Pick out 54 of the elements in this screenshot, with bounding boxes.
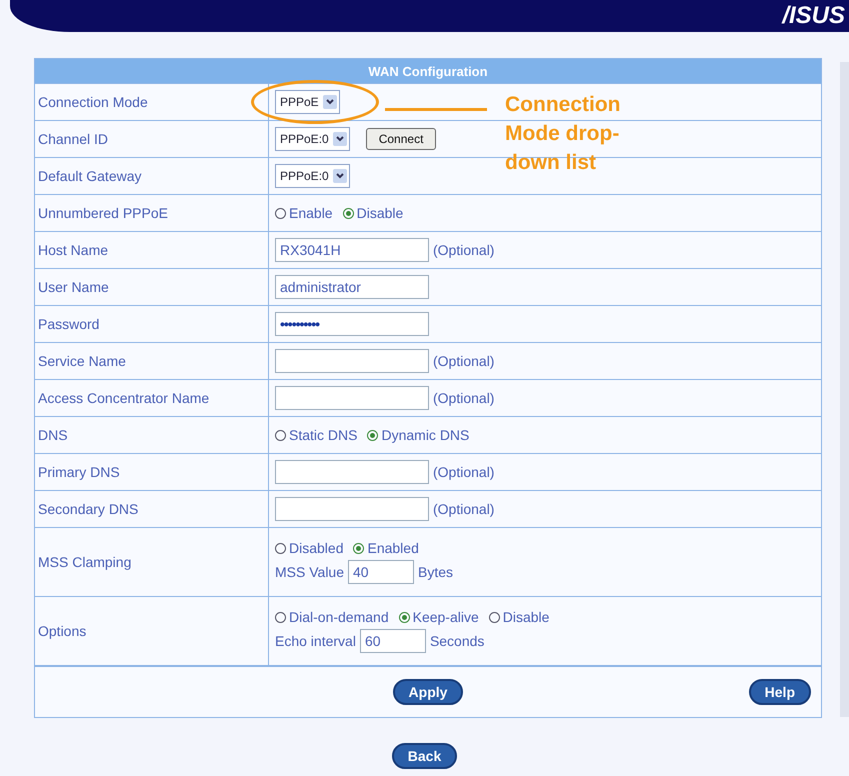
callout-text: Connection Mode drop-down list (505, 92, 622, 176)
input-field[interactable] (275, 460, 429, 484)
field-label: Secondary DNS (35, 491, 269, 527)
optional-note: (Optional) (433, 464, 494, 480)
field-label: Service Name (35, 343, 269, 379)
help-button[interactable]: Help (748, 679, 811, 705)
brand-logo: /ISUS (782, 2, 845, 30)
chevron-down-icon (322, 95, 337, 109)
field-unit-label: Seconds (430, 633, 484, 649)
radio-option[interactable]: Keep-alive (398, 609, 479, 625)
radio-option[interactable]: Disable (342, 205, 404, 221)
optional-note: (Optional) (433, 242, 494, 258)
field-unit-label: Echo interval (275, 633, 356, 649)
input-field[interactable]: administrator (275, 275, 429, 299)
dropdown[interactable]: PPPoE:0 (275, 164, 350, 188)
input-field[interactable] (275, 497, 429, 521)
field-label: MSS Clamping (35, 528, 269, 596)
field-label: Channel ID (35, 121, 269, 157)
apply-button[interactable]: Apply (392, 679, 464, 705)
field-label: Connection Mode (35, 84, 269, 120)
password-field[interactable]: •••••••••• (275, 312, 429, 336)
dropdown[interactable]: PPPoE:0 (275, 127, 350, 151)
back-button[interactable]: Back (392, 743, 458, 769)
field-label: User Name (35, 269, 269, 305)
field-label: Host Name (35, 232, 269, 268)
optional-note: (Optional) (433, 390, 494, 406)
dropdown[interactable]: PPPoE (275, 90, 340, 114)
radio-option[interactable]: Enable (275, 205, 333, 221)
field-label: DNS (35, 417, 269, 453)
field-label: Options (35, 597, 269, 665)
field-unit-label: MSS Value (275, 564, 344, 580)
radio-option[interactable]: Enabled (353, 540, 419, 556)
field-label: Primary DNS (35, 454, 269, 490)
field-label: Unnumbered PPPoE (35, 195, 269, 231)
input-field[interactable]: 40 (348, 560, 414, 584)
field-label: Password (35, 306, 269, 342)
chevron-down-icon (332, 132, 347, 146)
field-unit-label: Bytes (418, 564, 454, 580)
table-title: WAN Configuration (35, 59, 821, 83)
radio-option[interactable]: Disable (488, 609, 550, 625)
input-field[interactable] (275, 386, 429, 410)
connect-button[interactable]: Connect (366, 128, 436, 150)
optional-note: (Optional) (433, 353, 494, 369)
radio-option[interactable]: Dynamic DNS (367, 427, 470, 443)
input-field[interactable]: RX3041H (275, 238, 429, 262)
optional-note: (Optional) (433, 501, 494, 517)
input-field[interactable]: 60 (360, 629, 426, 653)
radio-option[interactable]: Static DNS (275, 427, 358, 443)
radio-option[interactable]: Dial-on-demand (275, 609, 389, 625)
field-label: Default Gateway (35, 158, 269, 194)
field-label: Access Concentrator Name (35, 380, 269, 416)
chevron-down-icon (332, 169, 347, 183)
radio-option[interactable]: Disabled (275, 540, 344, 556)
input-field[interactable] (275, 349, 429, 373)
